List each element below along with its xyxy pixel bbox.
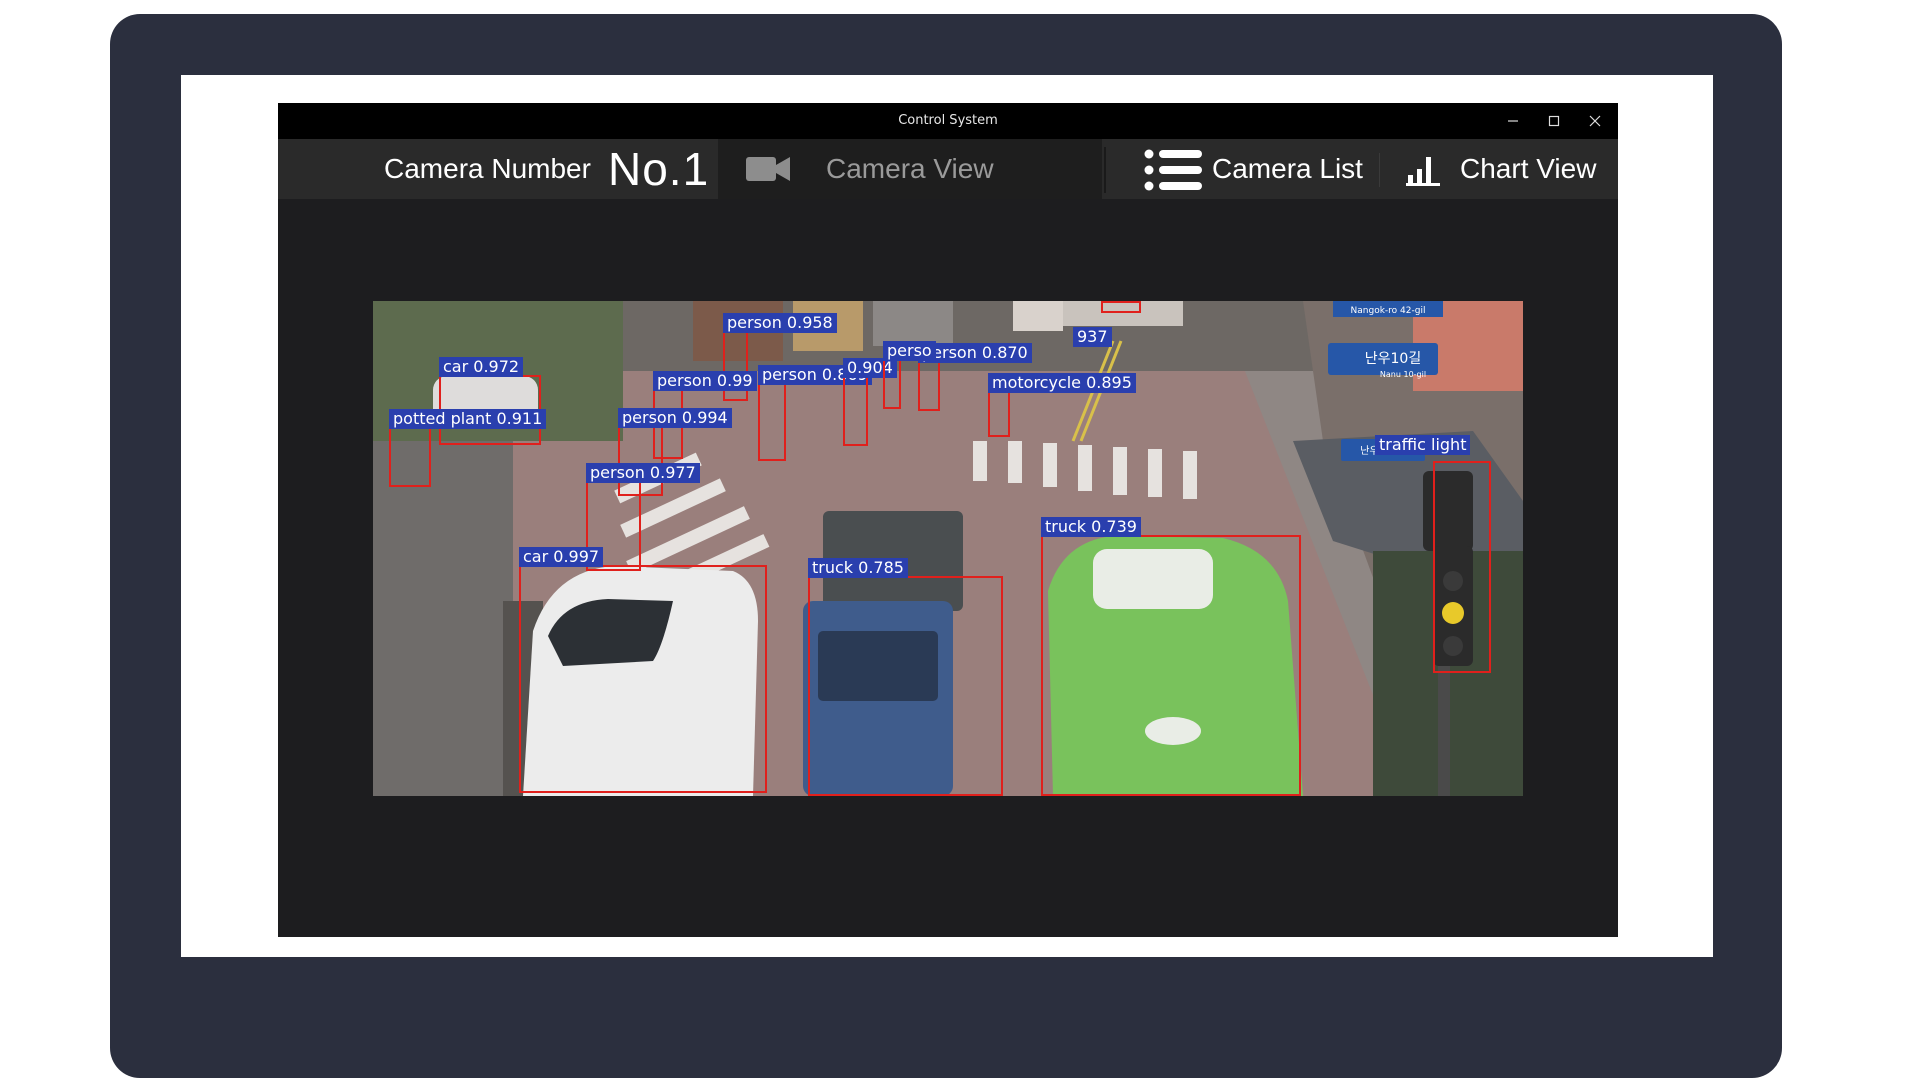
detection-box: car 0.997 xyxy=(519,547,767,793)
detection-box: traffic light xyxy=(1375,435,1491,673)
camera-feed[interactable]: 난우10길 Nangok-ro 42-gil Nanu 10-gil 난우10가… xyxy=(373,301,1523,796)
detection-label: car 0.972 xyxy=(439,357,524,377)
window-title: Control System xyxy=(898,113,998,128)
toolbar: Camera Number No.1 Camera View Camera Li… xyxy=(278,139,1618,199)
app-window: Control System Camera Number No.1 Camera… xyxy=(278,103,1618,937)
video-camera-icon xyxy=(746,157,790,181)
detection-label: potted plant 0.911 xyxy=(389,409,547,429)
detection-box: 937 xyxy=(1073,301,1141,347)
detection-label: truck 0.739 xyxy=(1041,517,1141,537)
detection-label: truck 0.785 xyxy=(808,558,908,578)
toolbar-divider-2 xyxy=(1379,153,1380,187)
minimize-icon xyxy=(1508,120,1518,122)
detection-label: traffic light xyxy=(1375,435,1471,455)
bar-chart-icon xyxy=(1406,157,1440,186)
street-sign-english: Nangok-ro 42-gil xyxy=(1351,306,1426,316)
detection-label: person 0.994 xyxy=(618,408,732,428)
detection-label: perso xyxy=(883,341,936,361)
chart-view-label: Chart View xyxy=(1460,153,1597,184)
detection-box: 0.904 xyxy=(843,358,897,446)
camera-list-button[interactable]: Camera List xyxy=(1128,139,1378,199)
detection-label: person 0.977 xyxy=(586,463,700,483)
list-icon xyxy=(1144,149,1202,191)
detection-box: truck 0.785 xyxy=(808,558,1003,796)
detection-box: perso xyxy=(883,341,936,409)
detection-label: 937 xyxy=(1073,327,1112,347)
close-icon xyxy=(1589,115,1601,127)
detection-label: motorcycle 0.895 xyxy=(988,373,1136,393)
street-sign-romanized: Nanu 10-gil xyxy=(1380,370,1426,379)
detection-box: person 0.869 xyxy=(758,365,872,461)
detection-box: person 0.870 xyxy=(918,343,1032,411)
detection-label: car 0.997 xyxy=(519,547,604,567)
detection-box: truck 0.739 xyxy=(1041,517,1301,796)
minimize-button[interactable] xyxy=(1493,103,1533,139)
street-sign-korean: 난우10길 xyxy=(1365,351,1421,367)
camera-number-value: No.1 xyxy=(608,143,710,195)
camera-view-label: Camera View xyxy=(826,153,994,184)
maximize-icon xyxy=(1548,115,1560,127)
camera-number-label: Camera Number xyxy=(384,153,591,184)
camera-view-button[interactable]: Camera View xyxy=(718,139,1102,199)
title-bar[interactable]: Control System xyxy=(278,103,1618,139)
detection-box: potted plant 0.911 xyxy=(389,409,547,487)
detection-label: person 0.99 xyxy=(653,371,757,391)
detection-box: motorcycle 0.895 xyxy=(988,373,1136,437)
camera-list-label: Camera List xyxy=(1212,153,1363,184)
toolbar-divider xyxy=(1104,147,1106,193)
detection-label: person 0.958 xyxy=(723,313,837,333)
close-button[interactable] xyxy=(1575,103,1615,139)
chart-view-button[interactable]: Chart View xyxy=(1400,139,1618,199)
maximize-button[interactable] xyxy=(1534,103,1574,139)
